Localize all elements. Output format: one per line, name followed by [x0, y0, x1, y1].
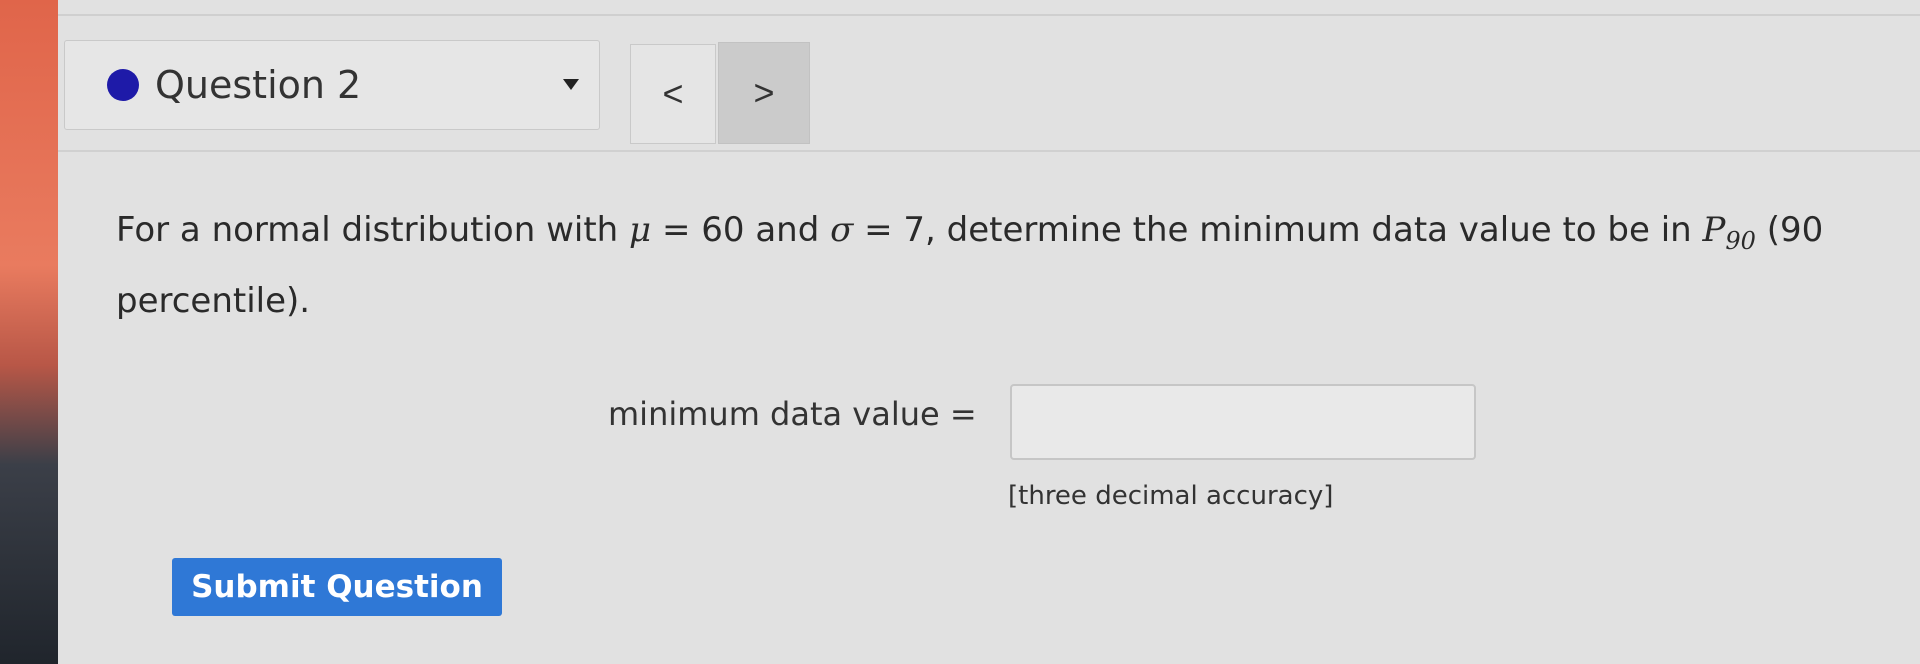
accuracy-note: [three decimal accuracy] [1008, 481, 1334, 511]
answer-label: minimum data value = [608, 395, 977, 433]
percentile-symbol: P [1702, 210, 1726, 250]
percentile-subscript: 90 [1725, 226, 1756, 255]
question-status-dot [107, 69, 139, 101]
content-divider [58, 150, 1920, 152]
question-prompt: For a normal distribution with μ = 60 an… [116, 200, 1916, 331]
submit-question-button[interactable]: Submit Question [172, 558, 502, 616]
sigma-symbol: σ [830, 210, 854, 250]
mu-value: = 60 and [651, 210, 831, 250]
minimum-data-value-input[interactable] [1010, 384, 1476, 460]
question-select-label: Question 2 [155, 63, 362, 107]
caret-down-icon [563, 79, 579, 90]
question-screen: Question 2 < > For a normal distribution… [58, 0, 1920, 664]
top-divider [58, 14, 1920, 16]
question-prefix: For a normal distribution with [116, 210, 630, 250]
previous-question-button[interactable]: < [630, 44, 716, 144]
sigma-value: = 7, determine the minimum data value to… [853, 210, 1703, 250]
next-question-button[interactable]: > [718, 42, 810, 144]
mu-symbol: μ [629, 210, 652, 250]
question-select-dropdown[interactable]: Question 2 [64, 40, 600, 130]
